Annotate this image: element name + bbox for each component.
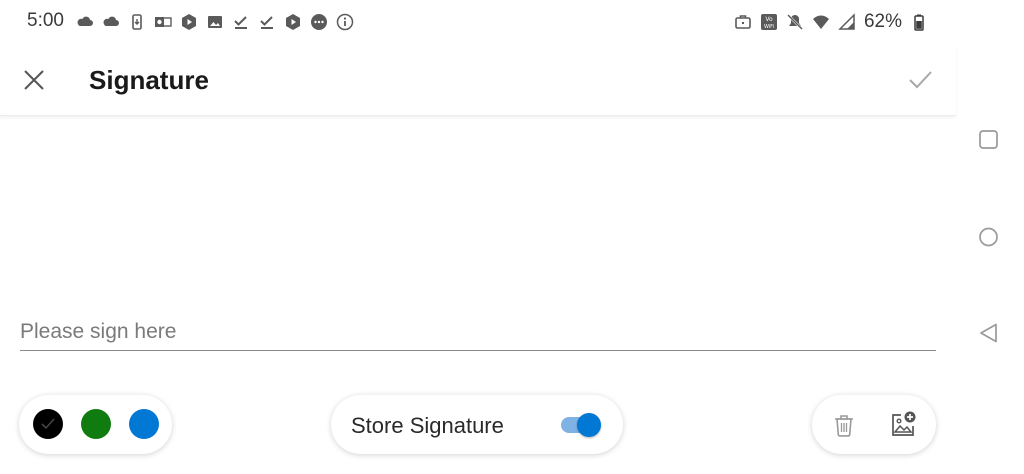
app-bar: Signature — [0, 44, 956, 116]
color-swatch-black[interactable] — [33, 409, 63, 439]
cloud-icon — [102, 13, 120, 31]
check-icon — [232, 13, 250, 31]
page-title: Signature — [89, 65, 209, 95]
recents-icon — [979, 130, 998, 149]
chat-icon — [310, 13, 328, 31]
store-signature-toggle[interactable] — [559, 413, 601, 437]
store-signature-control: Store Signature — [331, 395, 623, 454]
signal-icon — [838, 13, 856, 31]
system-status-icons: Vo WiFi 62% — [734, 11, 928, 33]
signature-actions — [812, 395, 936, 454]
delete-button[interactable] — [829, 410, 859, 440]
signature-screen: 5:00 Vo WiFi 62% Signature Please sign h… — [0, 0, 1024, 474]
check-icon — [258, 13, 276, 31]
home-icon — [979, 227, 998, 247]
phone-download-icon — [128, 13, 146, 31]
info-icon — [336, 13, 354, 31]
battery-percent: 62% — [863, 11, 902, 32]
back-icon — [980, 323, 997, 343]
status-time: 5:00 — [27, 10, 64, 31]
selected-check-icon — [41, 418, 55, 430]
svg-text:Vo: Vo — [765, 16, 773, 23]
color-swatch-blue[interactable] — [129, 409, 159, 439]
image-icon — [206, 13, 224, 31]
confirm-button[interactable] — [906, 66, 934, 94]
system-nav-bar — [956, 0, 1024, 474]
check-icon — [909, 71, 932, 89]
briefcase-icon — [734, 13, 752, 31]
home-button[interactable] — [976, 224, 1002, 250]
play-icon — [284, 13, 302, 31]
play-icon — [180, 13, 198, 31]
color-picker — [19, 395, 172, 454]
toggle-thumb — [577, 413, 601, 437]
close-button[interactable] — [20, 66, 48, 94]
vowifi-icon: Vo WiFi — [760, 13, 778, 31]
mute-icon — [786, 13, 804, 31]
close-icon — [24, 70, 44, 90]
recents-button[interactable] — [976, 127, 1002, 153]
trash-icon — [835, 415, 853, 437]
wifi-icon — [812, 13, 830, 31]
outlook-icon — [154, 13, 172, 31]
notification-icons — [76, 13, 354, 31]
store-signature-label: Store Signature — [351, 413, 504, 438]
add-image-icon — [892, 411, 916, 436]
status-bar: 5:00 Vo WiFi 62% — [0, 0, 960, 44]
add-image-button[interactable] — [888, 410, 918, 440]
back-button[interactable] — [976, 320, 1002, 346]
battery-icon — [910, 13, 928, 31]
cloud-icon — [76, 13, 94, 31]
signature-input[interactable] — [20, 313, 936, 351]
color-swatch-green[interactable] — [81, 409, 111, 439]
svg-text:WiFi: WiFi — [764, 24, 774, 30]
signature-canvas[interactable] — [0, 117, 956, 352]
